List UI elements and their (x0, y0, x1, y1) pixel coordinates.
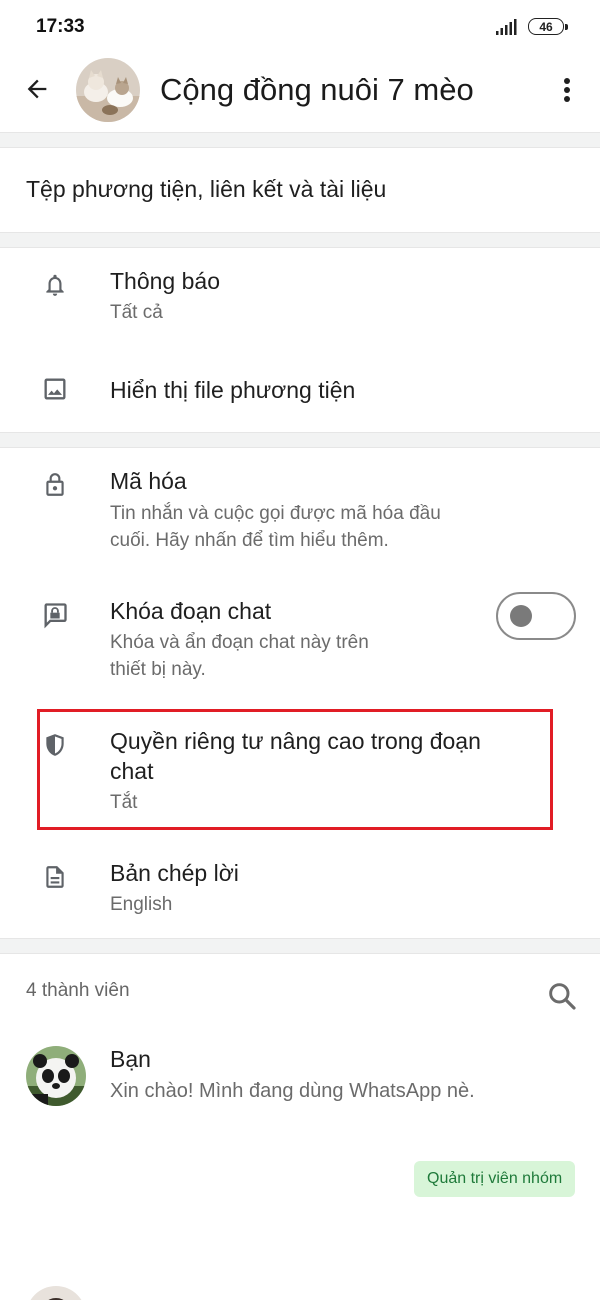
member-status: Xin chào! Mình đang dùng WhatsApp nè. (110, 1080, 475, 1102)
notifications-row[interactable]: Thông báo Tất cả (0, 248, 600, 344)
panda-photo (26, 1046, 86, 1106)
search-icon (549, 983, 576, 1010)
image-icon (40, 374, 70, 404)
status-bar: 17:33 46 (0, 0, 600, 52)
more-options-button[interactable] (552, 72, 582, 108)
encryption-description-line2: cuối. Hãy nhấn để tìm hiểu thêm. (110, 530, 389, 551)
status-icons: 46 (496, 18, 568, 35)
section-divider (0, 432, 600, 448)
chat-info-toolbar: Cộng đồng nuôi 7 mèo (0, 52, 600, 128)
toggle-knob (510, 605, 532, 627)
admin-badge: Quản trị viên nhóm (414, 1161, 576, 1197)
section-divider (0, 132, 600, 148)
search-members-button[interactable] (546, 980, 580, 1014)
chat-lock-description-line1: Khóa và ẩn đoạn chat này trên (110, 632, 369, 653)
group-photo (76, 58, 140, 122)
lock-icon (40, 470, 70, 500)
transcript-value: English (110, 894, 173, 915)
encryption-title: Mã hóa (110, 468, 187, 494)
member-name[interactable]: Bạn (110, 1046, 151, 1073)
notifications-value: Tất cả (110, 302, 163, 323)
member-photo (26, 1286, 86, 1300)
bell-icon (40, 270, 70, 300)
section-divider (0, 232, 600, 248)
media-links-docs-row[interactable]: Tệp phương tiện, liên kết và tài liệu (0, 148, 600, 232)
group-avatar[interactable] (76, 58, 140, 122)
avatar[interactable] (26, 1046, 86, 1106)
transcript-title: Bản chép lời (110, 860, 239, 886)
signal-bars-icon (496, 18, 517, 35)
transcript-row[interactable]: Bản chép lời English (0, 840, 600, 936)
media-visibility-title: Hiển thị file phương tiện (110, 377, 356, 403)
battery-icon: 46 (528, 18, 568, 35)
media-visibility-row[interactable]: Hiển thị file phương tiện (0, 344, 600, 432)
chat-lock-title: Khóa đoạn chat (110, 598, 272, 624)
arrow-left-icon (27, 79, 47, 99)
back-button[interactable] (20, 72, 54, 106)
battery-level: 46 (539, 19, 553, 34)
chat-lock-description-line2: thiết bị này. (110, 659, 206, 680)
highlight-box (37, 709, 553, 830)
chat-lock-icon (40, 600, 70, 630)
status-time: 17:33 (36, 16, 85, 37)
more-vertical-icon (564, 78, 570, 102)
avatar[interactable] (26, 1286, 86, 1300)
media-links-docs-label: Tệp phương tiện, liên kết và tài liệu (26, 176, 387, 202)
notifications-title: Thông báo (110, 268, 220, 294)
group-title[interactable]: Cộng đồng nuôi 7 mèo (160, 72, 474, 108)
encryption-row[interactable]: Mã hóa Tin nhắn và cuộc gọi được mã hóa … (0, 448, 600, 566)
members-count: 4 thành viên (26, 980, 130, 1001)
encryption-description-line1: Tin nhắn và cuộc gọi được mã hóa đầu (110, 503, 441, 524)
chat-lock-toggle[interactable] (496, 592, 576, 640)
section-divider (0, 938, 600, 954)
document-icon (40, 862, 70, 892)
